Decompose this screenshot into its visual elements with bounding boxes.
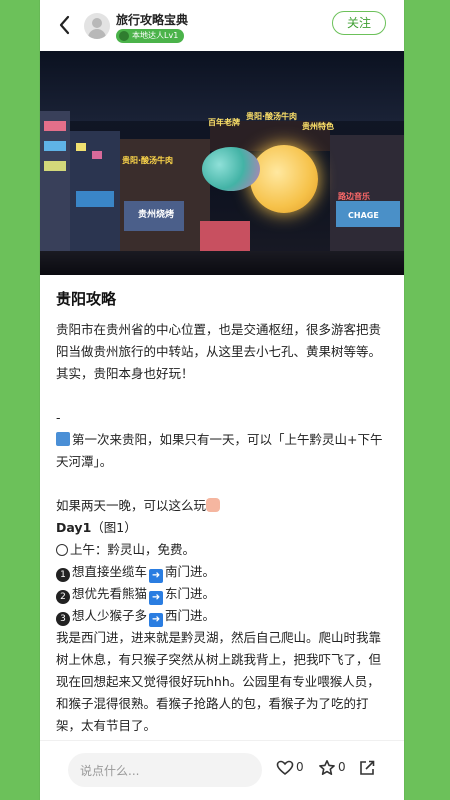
- phone-screen: 旅行攻略宝典 本地达人Lv1 关注 百年老牌 贵阳·酸汤牛肉 贵州特色 贵阳·酸…: [40, 0, 404, 800]
- star-count: 0: [338, 760, 346, 774]
- comment-input[interactable]: 说点什么...: [68, 753, 262, 787]
- chevron-left-icon[interactable]: [54, 12, 76, 38]
- hero-sign: 贵州特色: [302, 122, 334, 131]
- post-title: 贵阳攻略: [56, 290, 117, 308]
- one-day-paragraph: 第一次来贵阳，如果只有一天，可以「上午黔灵山+下午天河潭」。: [56, 429, 392, 473]
- option-line-3: 3 想人少猴子多 ➜ 西门进。: [56, 605, 392, 627]
- divider-dash: -: [56, 410, 61, 425]
- two-day-text: 如果两天一晚，可以这么玩: [56, 498, 207, 513]
- day1-note: （图1）: [91, 520, 137, 535]
- option-3-text: 想人少猴子多: [72, 608, 148, 623]
- like-button[interactable]: 0: [276, 759, 304, 779]
- option-line-1: 1 想直接坐缆车 ➜ 南门进。: [56, 561, 392, 583]
- flower-lantern: [202, 147, 260, 191]
- moon-lantern: [250, 145, 318, 213]
- arrow-right-icon: ➜: [149, 613, 164, 627]
- clock-icon: [56, 544, 68, 556]
- one-day-text: 第一次来贵阳，如果只有一天，可以「上午黔灵山+下午天河潭」。: [56, 432, 383, 469]
- arrow-right-icon: ➜: [149, 569, 164, 583]
- hero-sign: CHAGE: [348, 211, 379, 220]
- intro-paragraph-2: 其实，贵阳本身也好玩！: [56, 366, 194, 381]
- option-line-2: 2 想优先看熊猫 ➜ 东门进。: [56, 583, 392, 605]
- badge-icon: [119, 31, 129, 41]
- follow-button[interactable]: 关注: [332, 11, 386, 35]
- hero-sign: 贵阳·酸汤牛肉: [122, 156, 174, 165]
- badge-label: 本地达人Lv1: [132, 31, 179, 40]
- option-1-dest: 南门进。: [165, 564, 216, 579]
- share-button[interactable]: [358, 759, 376, 779]
- bottom-bar: 说点什么... 0 0: [40, 740, 404, 800]
- option-2-text: 想优先看熊猫: [72, 586, 148, 601]
- hero-sign: 路边音乐: [338, 192, 370, 201]
- heart-icon: [276, 760, 294, 776]
- avatar[interactable]: [84, 13, 110, 39]
- top-bar: 旅行攻略宝典 本地达人Lv1 关注: [40, 0, 404, 50]
- favorite-button[interactable]: 0: [318, 759, 346, 779]
- morning-text: 上午：黔灵山，免费。: [70, 542, 196, 557]
- number-3-icon: 3: [56, 612, 70, 626]
- number-1-icon: 1: [56, 568, 70, 582]
- number-2-icon: 2: [56, 590, 70, 604]
- like-count: 0: [296, 760, 304, 774]
- story-paragraph: 我是西门进，进来就是黔灵湖，然后自己爬山。爬山时我靠树上休息，有只猴子突然从树上…: [56, 630, 382, 733]
- level-badge: 本地达人Lv1: [116, 29, 185, 43]
- pointing-hand-icon: [206, 498, 221, 512]
- author-name[interactable]: 旅行攻略宝典: [116, 11, 188, 28]
- day1-label: Day1: [56, 520, 92, 535]
- morning-line: 上午：黔灵山，免费。: [56, 539, 392, 561]
- comment-placeholder: 说点什么...: [80, 764, 140, 778]
- arrow-right-icon: ➜: [149, 591, 164, 605]
- option-3-dest: 西门进。: [165, 608, 216, 623]
- option-1-text: 想直接坐缆车: [72, 564, 148, 579]
- hero-sign: 贵阳·酸汤牛肉: [246, 112, 298, 121]
- book-icon: [56, 432, 70, 446]
- option-2-dest: 东门进。: [165, 586, 216, 601]
- post-image[interactable]: 百年老牌 贵阳·酸汤牛肉 贵州特色 贵阳·酸汤牛肉 贵州烧烤 路边音乐 CHAG…: [40, 51, 404, 275]
- share-edit-icon: [360, 760, 375, 775]
- post-content: 贵阳攻略 贵阳市在贵州省的中心位置，也是交通枢纽，很多游客把贵阳当做贵州旅行的中…: [56, 284, 392, 734]
- star-icon: [319, 760, 335, 775]
- day1-heading: Day1（图1）: [56, 517, 392, 539]
- hero-sign: 贵州烧烤: [138, 210, 175, 220]
- intro-paragraph: 贵阳市在贵州省的中心位置，也是交通枢纽，很多游客把贵阳当做贵州旅行的中转站，从这…: [56, 322, 382, 359]
- hero-sign: 百年老牌: [208, 118, 240, 127]
- two-day-paragraph: 如果两天一晚，可以这么玩: [56, 495, 392, 517]
